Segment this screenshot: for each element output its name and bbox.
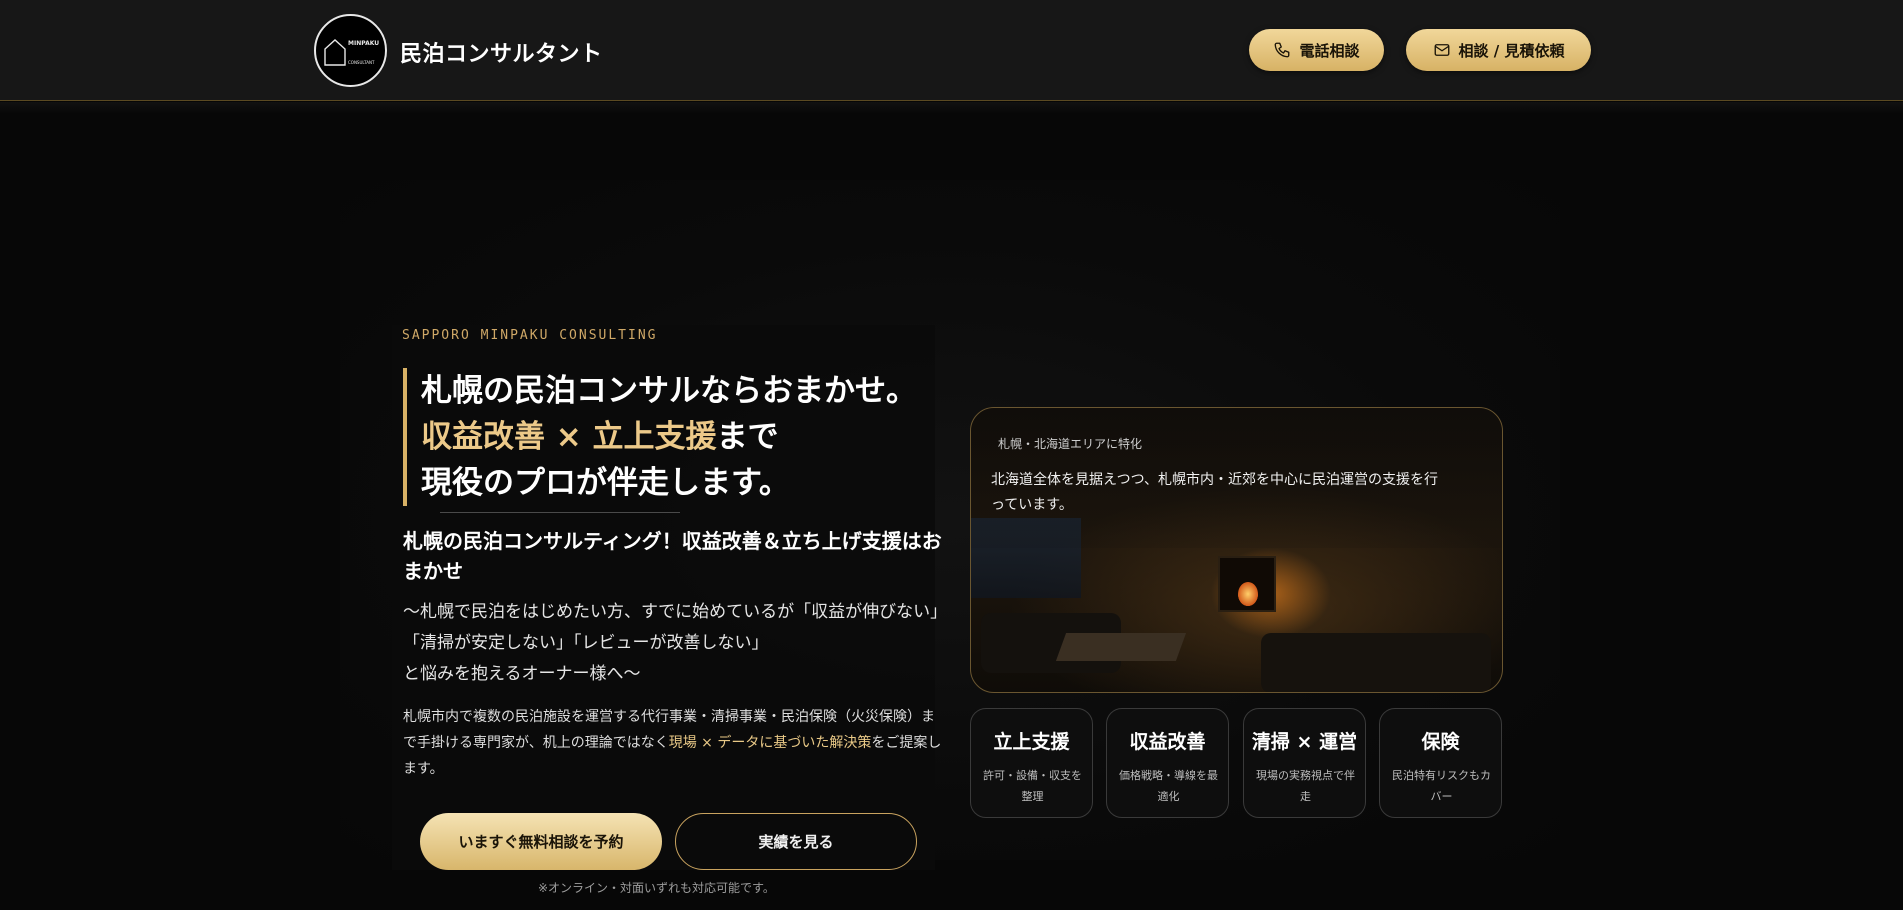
- pain-line-2: 「清掃が安定しない」「レビューが改善しない」: [403, 633, 769, 653]
- feature-title: 収益改善: [1129, 731, 1206, 753]
- svg-text:CONSULTANT: CONSULTANT: [348, 60, 375, 65]
- hero-image-card: 札幌・北海道エリアに特化 北海道全体を見据えつつ、札幌市内・近郊を中心に民泊運営…: [970, 407, 1503, 693]
- headline-line-3: 現役のプロが伴走します。: [421, 465, 790, 501]
- area-description: 北海道全体を見据えつつ、札幌市内・近郊を中心に民泊運営の支援を行っています。: [991, 472, 1439, 513]
- feature-description: 現場の実務視点で伴走: [1256, 769, 1355, 803]
- table-illustration: [1055, 633, 1187, 661]
- phone-consult-label: 電話相談: [1299, 41, 1360, 60]
- pain-line-1: 〜札幌で民泊をはじめたい方、すでに始めているが「収益が伸びない」: [403, 602, 948, 622]
- feature-description: 価格戦略・導線を最適化: [1119, 769, 1218, 803]
- feature-description: 民泊特有リスクもカバー: [1392, 769, 1491, 803]
- svg-text:MINPAKU: MINPAKU: [348, 40, 379, 47]
- headline-highlight: 収益改善 × 立上支援: [421, 419, 717, 455]
- feature-title: 保険: [1421, 731, 1460, 753]
- feature-title: 清掃 × 運営: [1251, 731, 1358, 753]
- feature-card-cleaning-operations: 清掃 × 運営 現場の実務視点で伴走: [1243, 708, 1366, 818]
- desc-highlight: 現場 × データに基づいた解決策: [668, 735, 872, 751]
- site-header: MINPAKU CONSULTANT 民泊コンサルタント 電話相談 相談 / 見…: [0, 0, 1903, 101]
- book-free-consultation-button[interactable]: いますぐ無料相談を予約: [420, 813, 662, 870]
- mail-icon: [1434, 44, 1449, 56]
- headline-divider: [440, 512, 680, 513]
- contact-quote-label: 相談 / 見積依頼: [1458, 41, 1565, 60]
- area-tag: 札幌・北海道エリアに特化: [998, 437, 1143, 451]
- phone-consult-button[interactable]: 電話相談: [1249, 29, 1384, 71]
- pain-points: 〜札幌で民泊をはじめたい方、すでに始めているが「収益が伸びない」 「清掃が安定し…: [403, 597, 948, 690]
- feature-card-revenue-improvement: 収益改善 価格戦略・導線を最適化: [1106, 708, 1229, 818]
- feature-card-insurance: 保険 民泊特有リスクもカバー: [1379, 708, 1502, 818]
- hero-headline: 札幌の民泊コンサルならおまかせ。 収益改善 × 立上支援まで 現役のプロが伴走し…: [403, 368, 943, 506]
- sofa-illustration: [1261, 633, 1491, 692]
- view-results-button[interactable]: 実績を見る: [675, 813, 917, 870]
- feature-title: 立上支援: [993, 731, 1070, 753]
- house-logo-icon: MINPAKU CONSULTANT: [323, 38, 379, 66]
- hero-description: 札幌市内で複数の民泊施設を運営する代行事業・清掃事業・民泊保険（火災保険）まで手…: [403, 704, 943, 782]
- fireplace-illustration: [1218, 556, 1276, 612]
- header-divider: [0, 102, 1903, 114]
- hero-subheading: 札幌の民泊コンサルティング！収益改善＆立ち上げ支援はおまかせ: [403, 529, 942, 583]
- availability-note: ※オンライン・対面いずれも対応可能です。: [538, 881, 775, 895]
- headline-line-2-rest: まで: [716, 419, 779, 455]
- hero-eyebrow: SAPPORO MINPAKU CONSULTING: [402, 328, 658, 343]
- feature-card-launch-support: 立上支援 許可・設備・収支を整理: [970, 708, 1093, 818]
- feature-description: 許可・設備・収支を整理: [983, 769, 1082, 803]
- headline-line-1: 札幌の民泊コンサルならおまかせ。: [421, 373, 917, 409]
- brand-name[interactable]: 民泊コンサルタント: [400, 36, 603, 68]
- phone-icon: [1275, 42, 1290, 58]
- contact-quote-button[interactable]: 相談 / 見積依頼: [1406, 29, 1591, 71]
- pain-line-3: と悩みを抱えるオーナー様へ〜: [403, 664, 641, 684]
- logo[interactable]: MINPAKU CONSULTANT: [314, 14, 387, 87]
